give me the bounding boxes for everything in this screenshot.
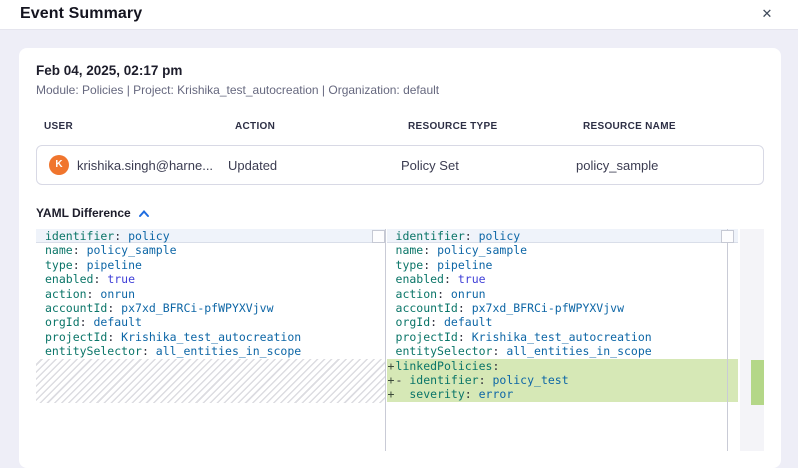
yaml-diff-editor: identifier: policyname: policy_sampletyp…	[36, 229, 764, 451]
code-line: accountId: px7xd_BFRCi-pfWPYXVjvw	[36, 301, 385, 315]
code-line: enabled: true	[36, 272, 385, 286]
user-cell: K krishika.singh@harne...	[37, 155, 228, 175]
collapsed-region-hatch	[36, 359, 385, 403]
code-line: enabled: true	[387, 272, 739, 286]
left-scrollbar-thumb[interactable]	[372, 230, 385, 243]
original-code: identifier: policyname: policy_sampletyp…	[36, 229, 385, 359]
event-context: Module: Policies | Project: Krishika_tes…	[36, 83, 764, 97]
user-email: krishika.singh@harne...	[77, 158, 213, 173]
diff-pane-original[interactable]: identifier: policyname: policy_sampletyp…	[36, 229, 386, 451]
code-line: name: policy_sample	[387, 243, 739, 257]
resource-type-cell: Policy Set	[401, 158, 576, 173]
event-summary-card: Feb 04, 2025, 02:17 pm Module: Policies …	[19, 48, 781, 468]
code-line: projectId: Krishika_test_autocreation	[36, 330, 385, 344]
chevron-up-icon	[138, 209, 150, 218]
code-line: identifier: policy	[387, 229, 739, 243]
table-header: USER ACTION RESOURCE TYPE RESOURCE NAME	[36, 121, 764, 132]
code-line: orgId: default	[387, 315, 739, 329]
diff-pane-modified[interactable]: identifier: policyname: policy_sampletyp…	[387, 229, 739, 451]
close-icon[interactable]: ✕	[758, 5, 776, 23]
yaml-difference-label: YAML Difference	[36, 206, 131, 220]
event-timestamp: Feb 04, 2025, 02:17 pm	[36, 63, 764, 78]
action-cell: Updated	[228, 158, 401, 173]
code-line: type: pipeline	[387, 258, 739, 272]
code-line: orgId: default	[36, 315, 385, 329]
right-scrollbar-thumb[interactable]	[721, 230, 734, 243]
col-user: USER	[44, 121, 235, 132]
page-title: Event Summary	[20, 5, 142, 23]
diff-added-prefix: +	[388, 359, 395, 374]
resource-name-cell: policy_sample	[576, 158, 763, 173]
code-line: action: onrun	[387, 287, 739, 301]
code-line: accountId: px7xd_BFRCi-pfWPYXVjvw	[387, 301, 739, 315]
col-resource-name: RESOURCE NAME	[583, 121, 764, 132]
modal-header: Event Summary ✕	[0, 0, 798, 30]
code-line: +linkedPolicies:	[387, 359, 739, 373]
col-resource-type: RESOURCE TYPE	[408, 121, 583, 132]
code-line: +- identifier: policy_test	[387, 373, 739, 387]
diff-overview-ruler[interactable]	[740, 229, 764, 451]
code-line: entitySelector: all_entities_in_scope	[36, 344, 385, 358]
diff-added-prefix: +	[388, 373, 395, 388]
yaml-difference-toggle[interactable]: YAML Difference	[36, 206, 764, 220]
code-line: name: policy_sample	[36, 243, 385, 257]
pane-divider	[727, 229, 728, 451]
diff-added-prefix: +	[388, 387, 395, 402]
col-action: ACTION	[235, 121, 408, 132]
code-line: entitySelector: all_entities_in_scope	[387, 344, 739, 358]
avatar: K	[49, 155, 69, 175]
code-line: action: onrun	[36, 287, 385, 301]
added-lines-marker	[751, 360, 764, 405]
table-row: K krishika.singh@harne... Updated Policy…	[36, 145, 764, 185]
code-line: type: pipeline	[36, 258, 385, 272]
modified-code: identifier: policyname: policy_sampletyp…	[387, 229, 739, 402]
code-line: identifier: policy	[36, 229, 385, 243]
code-line: + severity: error	[387, 387, 739, 401]
code-line: projectId: Krishika_test_autocreation	[387, 330, 739, 344]
